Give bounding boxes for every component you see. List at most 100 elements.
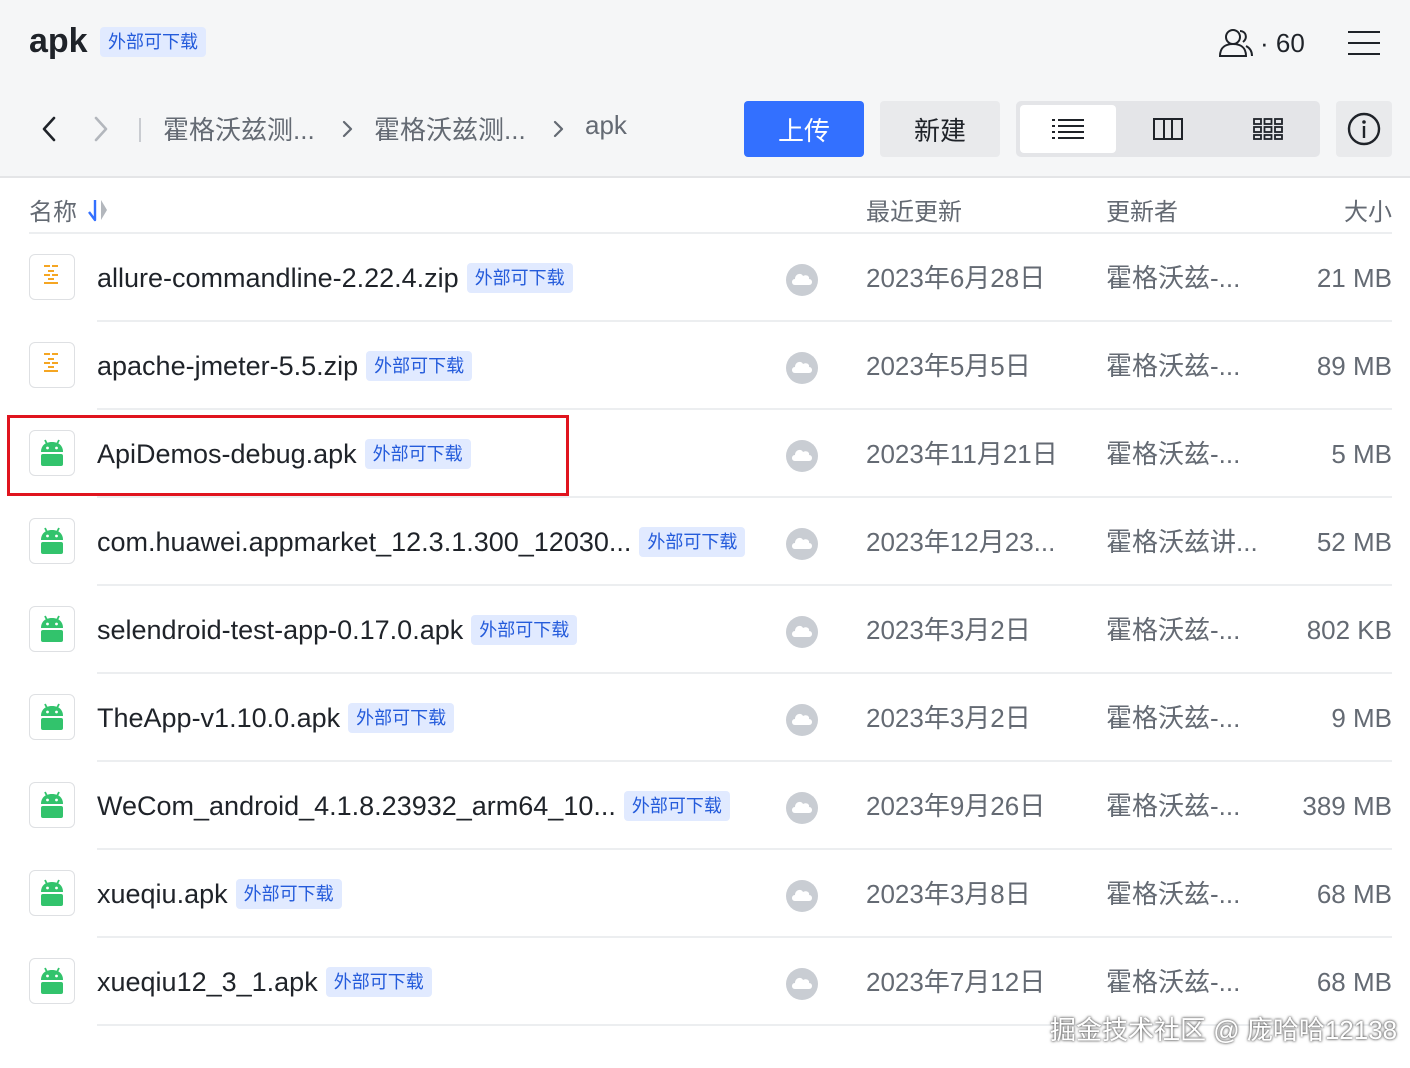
file-type-icon: [29, 958, 75, 1004]
chevron-right-icon[interactable]: [86, 114, 114, 144]
file-name[interactable]: xueqiu.apk: [97, 879, 228, 910]
cloud-sync-icon: [786, 616, 818, 648]
highlight-box: [7, 415, 569, 496]
file-updated: 2023年6月28日: [866, 263, 1046, 293]
external-download-badge: 外部可下载: [471, 615, 578, 645]
file-row[interactable]: selendroid-test-app-0.17.0.apk 外部可下载 2023年…: [0, 586, 1410, 674]
file-type-icon: [29, 870, 75, 916]
file-size: 802 KB: [1306, 615, 1392, 645]
file-name-cell[interactable]: selendroid-test-app-0.17.0.apk 外部可下载: [97, 610, 578, 650]
hamburger-menu-icon[interactable]: [1346, 28, 1382, 58]
file-name-cell[interactable]: apache-jmeter-5.5.zip 外部可下载: [97, 346, 473, 386]
column-header-updated[interactable]: 最近更新: [866, 192, 962, 227]
file-name-cell[interactable]: TheApp-v1.10.0.apk 外部可下载: [97, 698, 455, 738]
file-size: 389 MB: [1302, 791, 1392, 821]
file-updated: 2023年12月23...: [866, 527, 1056, 557]
chevron-left-icon[interactable]: [36, 114, 64, 144]
cloud-sync-icon: [786, 528, 818, 560]
file-size: 89 MB: [1316, 351, 1392, 381]
new-button[interactable]: 新建: [880, 101, 1000, 157]
file-updater: 霍格沃兹-...: [1106, 879, 1241, 909]
file-name[interactable]: com.huawei.appmarket_12.3.1.300_12030...: [97, 527, 631, 558]
file-row[interactable]: com.huawei.appmarket_12.3.1.300_12030...…: [0, 498, 1410, 586]
file-name-cell[interactable]: xueqiu.apk 外部可下载: [97, 874, 342, 914]
column-header-name[interactable]: 名称: [29, 192, 109, 227]
file-name[interactable]: apache-jmeter-5.5.zip: [97, 351, 358, 382]
file-name-cell[interactable]: allure-commandline-2.22.4.zip 外部可下载: [97, 258, 573, 298]
file-updated: 2023年3月2日: [866, 615, 1031, 645]
android-icon: [41, 527, 63, 554]
cloud-sync-icon: [786, 880, 818, 912]
file-size: 5 MB: [1331, 439, 1392, 469]
android-icon: [41, 879, 63, 906]
external-download-badge: 外部可下载: [325, 967, 432, 997]
file-size: 52 MB: [1316, 527, 1392, 557]
file-type-icon: [29, 606, 75, 652]
watermark: 掘金技术社区 @ 庞哈哈12138: [1050, 1015, 1398, 1045]
members-button[interactable]: · 60: [1218, 26, 1305, 60]
breadcrumb-item[interactable]: 霍格沃兹测...: [163, 110, 315, 147]
file-updated: 2023年3月8日: [866, 879, 1031, 909]
external-download-badge: 外部可下载: [639, 527, 746, 557]
breadcrumb-separator-icon: [553, 120, 564, 138]
list-view-button[interactable]: [1020, 105, 1116, 153]
zip-file-icon: [44, 265, 58, 284]
external-download-badge: 外部可下载: [366, 351, 473, 381]
android-icon: [41, 967, 63, 994]
members-icon: [1218, 29, 1253, 57]
sort-icon[interactable]: [87, 198, 109, 222]
cloud-sync-icon: [786, 440, 818, 472]
info-icon: [1347, 112, 1381, 146]
cloud-sync-icon: [786, 792, 818, 824]
file-row[interactable]: apache-jmeter-5.5.zip 外部可下载 2023年5月5日 霍格沃兹-…: [0, 322, 1410, 410]
file-name-cell[interactable]: WeCom_android_4.1.8.23932_arm64_10... 外部可…: [97, 786, 730, 826]
external-download-badge: 外部可下载: [623, 791, 730, 821]
column-header-updater[interactable]: 更新者: [1106, 192, 1178, 227]
breadcrumb-item[interactable]: 霍格沃兹测...: [374, 110, 526, 147]
folder-title: apk: [29, 22, 88, 60]
top-bar: apk 外部可下载 · 60 霍格沃兹测... 霍格沃兹测... apk 上传 …: [0, 0, 1410, 178]
info-button[interactable]: [1336, 101, 1392, 157]
column-view-button[interactable]: [1120, 105, 1216, 153]
file-updater: 霍格沃兹-...: [1106, 351, 1241, 381]
file-row[interactable]: allure-commandline-2.22.4.zip 外部可下载 2023年6…: [0, 234, 1410, 322]
file-updater: 霍格沃兹-...: [1106, 791, 1241, 821]
file-updater: 霍格沃兹-...: [1106, 703, 1241, 733]
file-name[interactable]: selendroid-test-app-0.17.0.apk: [97, 615, 463, 646]
file-name[interactable]: TheApp-v1.10.0.apk: [97, 703, 340, 734]
file-updated: 2023年7月12日: [866, 967, 1046, 997]
member-count: · 60: [1260, 27, 1305, 58]
file-updater: 霍格沃兹-...: [1106, 967, 1241, 997]
cloud-sync-icon: [786, 352, 818, 384]
android-icon: [41, 615, 63, 642]
breadcrumb-current: apk: [585, 110, 627, 140]
file-name[interactable]: xueqiu12_3_1.apk: [97, 967, 318, 998]
external-download-badge: 外部可下载: [348, 703, 455, 733]
external-download-badge: 外部可下载: [466, 263, 573, 293]
column-header-size[interactable]: 大小: [1344, 192, 1392, 227]
file-name[interactable]: allure-commandline-2.22.4.zip: [97, 263, 459, 294]
cloud-sync-icon: [786, 264, 818, 296]
upload-button[interactable]: 上传: [744, 101, 864, 157]
file-name-cell[interactable]: xueqiu12_3_1.apk 外部可下载: [97, 962, 432, 1002]
file-name[interactable]: WeCom_android_4.1.8.23932_arm64_10...: [97, 791, 616, 822]
file-row[interactable]: xueqiu.apk 外部可下载 2023年3月8日 霍格沃兹-... 68 MB: [0, 850, 1410, 938]
zip-file-icon: [44, 353, 58, 372]
file-type-icon: [29, 518, 75, 564]
file-updater: 霍格沃兹-...: [1106, 263, 1241, 293]
file-row[interactable]: TheApp-v1.10.0.apk 外部可下载 2023年3月2日 霍格沃兹-...…: [0, 674, 1410, 762]
column-view-icon: [1153, 118, 1183, 140]
file-type-icon: [29, 782, 75, 828]
file-name-cell[interactable]: com.huawei.appmarket_12.3.1.300_12030...…: [97, 522, 746, 562]
file-type-icon: [29, 342, 75, 388]
file-row[interactable]: WeCom_android_4.1.8.23932_arm64_10... 外部可…: [0, 762, 1410, 850]
grid-view-icon: [1253, 118, 1283, 140]
file-updater: 霍格沃兹讲...: [1106, 527, 1258, 557]
grid-view-button[interactable]: [1220, 105, 1316, 153]
file-updated: 2023年5月5日: [866, 351, 1031, 381]
android-icon: [41, 703, 63, 730]
file-type-icon: [29, 254, 75, 300]
cloud-sync-icon: [786, 704, 818, 736]
breadcrumb-separator-icon: [342, 120, 353, 138]
view-switcher: [1016, 101, 1320, 157]
